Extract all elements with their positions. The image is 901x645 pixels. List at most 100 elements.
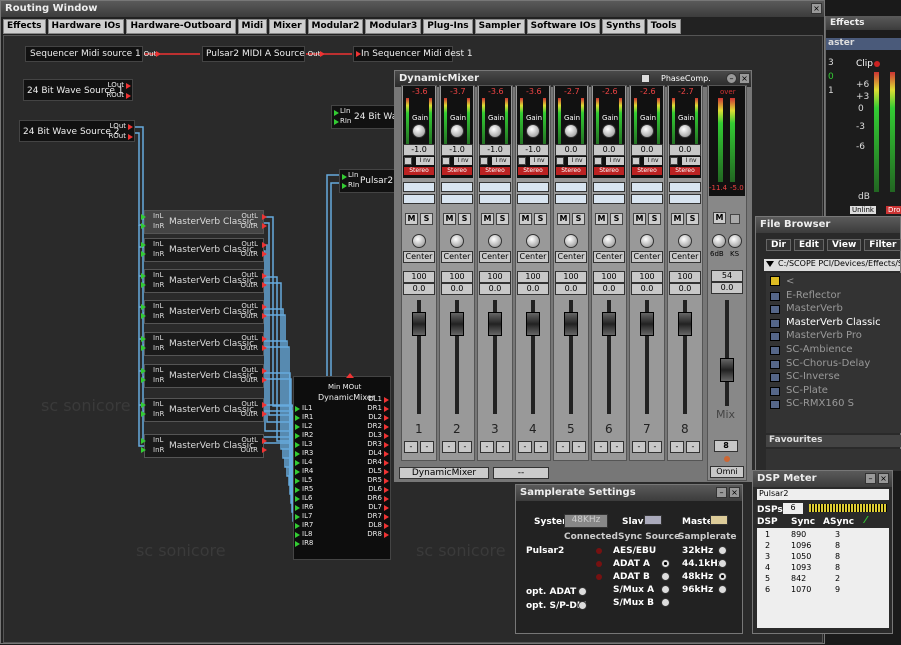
- gain-value[interactable]: -1.0: [479, 144, 511, 156]
- port-out-icon[interactable]: [384, 514, 389, 520]
- solo-button[interactable]: S: [610, 213, 623, 225]
- port-out-icon[interactable]: [384, 397, 389, 403]
- fb-item[interactable]: SC-Plate: [786, 385, 828, 396]
- port-out-icon[interactable]: [262, 304, 267, 310]
- sync-source-radio[interactable]: [661, 559, 670, 568]
- sync-source-radio[interactable]: [661, 585, 670, 594]
- port-out-icon[interactable]: [262, 345, 267, 351]
- route-button[interactable]: -: [556, 441, 570, 453]
- port-out-icon[interactable]: [384, 406, 389, 412]
- mute-button[interactable]: M: [519, 213, 532, 225]
- fb-item[interactable]: MasterVerb Classic: [786, 317, 881, 328]
- pulsar-dest-partial[interactable]: LIn RIn Pulsar2 A: [339, 169, 402, 193]
- phase-button[interactable]: [556, 157, 564, 165]
- db-value[interactable]: 0.0: [555, 283, 587, 295]
- route-button[interactable]: -: [534, 441, 548, 453]
- gain-knob[interactable]: [488, 124, 502, 138]
- port-in-icon[interactable]: [295, 415, 300, 421]
- solo-button[interactable]: S: [496, 213, 509, 225]
- pan-value[interactable]: Center: [669, 251, 701, 263]
- insert-slot[interactable]: [555, 182, 587, 192]
- port-in-icon[interactable]: [295, 460, 300, 466]
- gain-knob[interactable]: [564, 124, 578, 138]
- fb-menu-item[interactable]: Filter: [864, 239, 901, 251]
- fb-item[interactable]: SC-RMX160 S: [786, 398, 854, 409]
- mute-button[interactable]: M: [671, 213, 684, 225]
- port-out-icon[interactable]: [262, 411, 267, 417]
- insert-slot[interactable]: [479, 182, 511, 192]
- insert-slot[interactable]: [517, 194, 549, 204]
- port-in-icon[interactable]: [141, 273, 146, 279]
- masterverb-block[interactable]: InL InR MasterVerb Classic OutL OutR: [141, 269, 267, 293]
- channel-fader[interactable]: [412, 312, 426, 336]
- port-in-icon[interactable]: [295, 487, 300, 493]
- fb-menu-item[interactable]: Edit: [794, 239, 824, 251]
- pan-value[interactable]: Center: [593, 251, 625, 263]
- route-button[interactable]: -: [442, 441, 456, 453]
- masterverb-block[interactable]: InL InR MasterVerb Classic OutL OutR: [141, 210, 267, 234]
- route-button[interactable]: -: [480, 441, 494, 453]
- port-out-icon[interactable]: [262, 447, 267, 453]
- route-button[interactable]: -: [458, 441, 472, 453]
- port-out-icon[interactable]: [384, 469, 389, 475]
- db-value[interactable]: 0.0: [593, 283, 625, 295]
- port-in-icon[interactable]: [295, 514, 300, 520]
- port-in-icon[interactable]: [141, 313, 146, 319]
- insert-slot[interactable]: [669, 194, 701, 204]
- db-value[interactable]: 0.0: [479, 283, 511, 295]
- masterverb-block[interactable]: InL InR MasterVerb Classic OutL OutR: [141, 398, 267, 422]
- pan-value[interactable]: Center: [479, 251, 511, 263]
- port-in-icon[interactable]: [295, 496, 300, 502]
- port-out-icon[interactable]: [156, 50, 162, 57]
- port-in-icon[interactable]: [141, 223, 146, 229]
- fb-item[interactable]: E-Reflector: [786, 290, 841, 301]
- level-value[interactable]: 100: [441, 271, 473, 283]
- port-out-icon[interactable]: [262, 336, 267, 342]
- fb-item[interactable]: MasterVerb Pro: [786, 330, 862, 341]
- pan-knob[interactable]: [678, 234, 692, 248]
- master-m-button[interactable]: M: [713, 212, 726, 224]
- master-value[interactable]: 0.0: [711, 282, 743, 294]
- close-icon[interactable]: ×: [739, 73, 750, 84]
- insert-slot[interactable]: [593, 194, 625, 204]
- port-in-icon[interactable]: [141, 214, 146, 220]
- route-button[interactable]: -: [594, 441, 608, 453]
- stereo-button[interactable]: Stereo: [594, 167, 624, 175]
- master-button[interactable]: [710, 515, 728, 525]
- solo-button[interactable]: S: [648, 213, 661, 225]
- gain-knob[interactable]: [640, 124, 654, 138]
- level-value[interactable]: 100: [517, 271, 549, 283]
- insert-slot[interactable]: [441, 194, 473, 204]
- port-in-icon[interactable]: [295, 424, 300, 430]
- solo-button[interactable]: S: [420, 213, 433, 225]
- gain-value[interactable]: -1.0: [403, 144, 435, 156]
- solo-button[interactable]: S: [572, 213, 585, 225]
- masterverb-block[interactable]: InL InR MasterVerb Classic OutL OutR: [141, 434, 267, 458]
- phase-button[interactable]: [518, 157, 526, 165]
- port-in-icon[interactable]: [141, 447, 146, 453]
- copy-icon[interactable]: [730, 214, 740, 224]
- minimize-icon[interactable]: –: [865, 473, 876, 484]
- db-value[interactable]: 0.0: [517, 283, 549, 295]
- sort-icon[interactable]: ⁄: [865, 515, 867, 526]
- sync-source-radio[interactable]: [661, 598, 670, 607]
- port-in-icon[interactable]: [295, 541, 300, 547]
- gain-value[interactable]: -1.0: [441, 144, 473, 156]
- close-icon[interactable]: ×: [878, 473, 889, 484]
- insert-slot[interactable]: [479, 194, 511, 204]
- insert-slot[interactable]: [631, 194, 663, 204]
- samplerate-radio[interactable]: [718, 559, 727, 568]
- channel-fader[interactable]: [526, 312, 540, 336]
- port-out-icon[interactable]: [384, 442, 389, 448]
- port-in-icon[interactable]: [334, 110, 339, 116]
- port-in-icon[interactable]: [141, 242, 146, 248]
- phase-button[interactable]: [670, 157, 678, 165]
- stereo-button[interactable]: Stereo: [632, 167, 662, 175]
- port-in-icon[interactable]: [295, 433, 300, 439]
- stereo-button[interactable]: Stereo: [404, 167, 434, 175]
- port-in-icon[interactable]: [141, 336, 146, 342]
- route-button[interactable]: -: [496, 441, 510, 453]
- route-button[interactable]: -: [648, 441, 662, 453]
- seq-midi-source[interactable]: Sequencer Midi source 1 Out: [25, 46, 162, 62]
- minimize-icon[interactable]: –: [716, 487, 727, 498]
